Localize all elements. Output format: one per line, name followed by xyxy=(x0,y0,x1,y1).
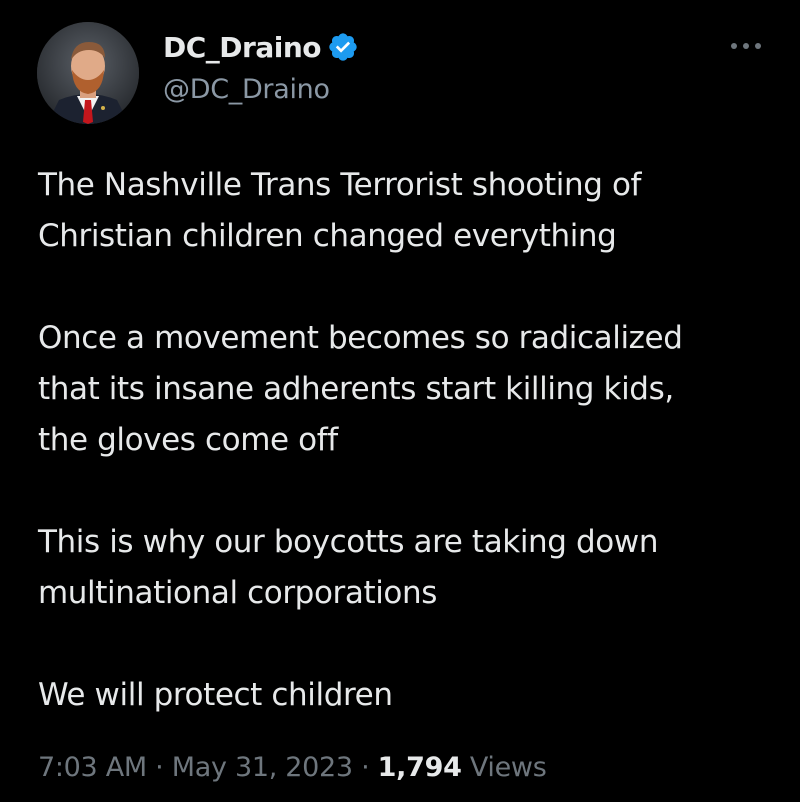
tweet-date[interactable]: May 31, 2023 xyxy=(172,752,353,783)
tweet-card: DC_Draino @DC_Draino The Nashville Trans… xyxy=(0,0,800,802)
tweet-paragraph: We will protect children xyxy=(38,677,393,713)
author-handle[interactable]: @DC_Draino xyxy=(163,74,330,105)
more-options-icon[interactable] xyxy=(726,36,766,56)
meta-separator: · xyxy=(146,752,172,783)
verified-badge-icon xyxy=(327,31,359,63)
tweet-paragraph: This is why our boycotts are taking down… xyxy=(38,524,659,611)
avatar[interactable] xyxy=(37,22,139,124)
tweet-paragraph: Once a movement becomes so radicalized t… xyxy=(38,320,683,458)
views-label: Views xyxy=(461,752,547,783)
tweet-paragraph: The Nashville Trans Terrorist shooting o… xyxy=(38,167,642,254)
tweet-time[interactable]: 7:03 AM xyxy=(38,752,147,783)
meta-separator: · xyxy=(352,752,378,783)
tweet-text: The Nashville Trans Terrorist shooting o… xyxy=(38,160,778,721)
author-display-name[interactable]: DC_Draino xyxy=(163,31,322,64)
author-name-row[interactable]: DC_Draino xyxy=(163,27,359,67)
views-count[interactable]: 1,794 xyxy=(378,752,462,783)
tweet-metadata: 7:03 AM · May 31, 2023 · 1,794 Views xyxy=(38,752,547,783)
profile-photo-icon xyxy=(37,22,139,124)
